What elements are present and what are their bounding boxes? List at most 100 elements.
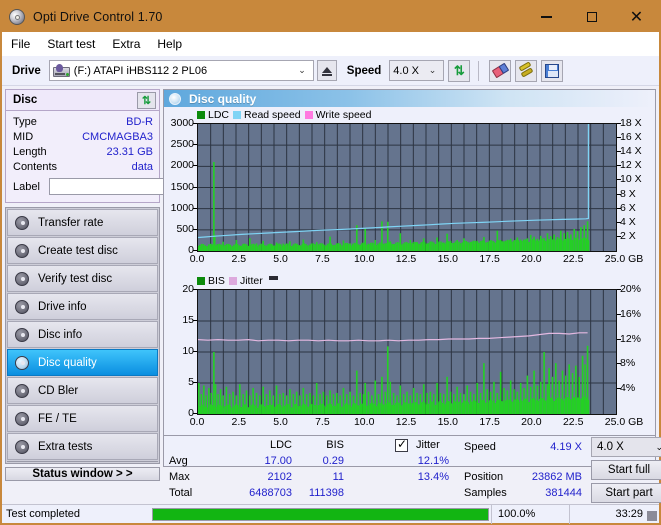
legend-label-read-speed: Read speed [244,109,301,121]
x-axis-tick: 10.0 [353,416,375,428]
x-axis-tick: 20.0 [521,416,542,428]
x-axis-tick: 12.5 [395,416,417,428]
eject-icon [321,66,332,73]
menu-item-file[interactable]: File [11,37,30,51]
sidebar-item-transfer-rate[interactable]: Transfer rate [7,209,158,236]
test-speed-select[interactable]: 4.0 X ⌄ [591,437,661,457]
stats-ldc-avg: 17.00 [264,455,292,467]
legend-swatch-read-speed [233,111,242,119]
y2-axis-tick: 12% [620,332,642,345]
y-axis-tick-mark [193,207,197,209]
legend-label-bis: BIS [208,275,225,287]
start-part-button[interactable]: Start part [591,483,661,503]
window-title: Opti Drive Control 1.70 [33,10,163,24]
disc-panel-title: Disc [13,94,38,106]
disc-row-mid: MID CMCMAGBA3 [13,129,153,144]
tools-button[interactable] [515,59,538,82]
status-window-button[interactable]: Status window > > [5,467,160,481]
x-axis-tick: 2.5 [231,416,247,428]
resize-grip-icon[interactable] [647,511,657,521]
close-button[interactable]: ✕ [614,2,659,32]
sidebar-item-create-test-disc[interactable]: Create test disc [7,237,158,264]
y2-axis-tick-mark [617,165,621,167]
refresh-icon: ⇅ [141,94,152,107]
eject-button[interactable] [316,60,337,81]
x-axis-tick: 10.0 [353,253,375,265]
disc-icon [15,271,29,286]
sidebar-item-drive-info[interactable]: Drive info [7,293,158,320]
disc-icon [15,439,29,454]
chevron-down-icon: ⌄ [655,441,661,452]
stats-row-max: Max [169,471,190,483]
y2-axis-tick-mark [617,289,621,290]
stats-bis-max: 11 [332,471,344,483]
disc-mid-value: CMCMAGBA3 [82,130,153,143]
sidebar-item-extra-tests[interactable]: Extra tests [7,433,158,460]
save-button[interactable] [541,59,564,82]
disc-length-label: Length [13,145,47,158]
sidebar-item-cd-bler[interactable]: CD Bler [7,377,158,404]
legend-item-ldc: LDC [197,109,229,121]
speed-select-value: 4.0 X [393,64,419,77]
disc-refresh-button[interactable]: ⇅ [137,91,156,109]
y2-axis-tick: 20% [620,283,642,295]
speed-select[interactable]: 4.0 X ⌄ [389,60,445,81]
jitter-checkbox[interactable] [395,437,408,452]
menu-item-start-test[interactable]: Start test [47,37,95,51]
x-axis-tick: 25.0 GB [604,253,644,265]
y-axis-tick: 5 [188,376,194,388]
x-axis-tick: 7.5 [315,253,330,265]
save-icon [545,63,560,78]
minimize-button[interactable] [524,2,569,32]
sidebar-item-disc-quality[interactable]: Disc quality [7,349,158,376]
sidebar-item-fe-te[interactable]: FE / TE [7,405,158,432]
sidebar-item-verify-test-disc[interactable]: Verify test disc [7,265,158,292]
y2-axis-tick: 16 X [620,131,642,144]
disc-length-value: 23.31 GB [106,145,153,158]
sidebar-item-label: Transfer rate [38,216,104,229]
y2-axis-tick-mark [617,235,621,237]
x-axis-tick: 17.5 [479,416,500,428]
start-full-button[interactable]: Start full [591,460,661,480]
stats-jitter-max: 13.4% [417,471,449,483]
drive-select-value: (F:) ATAPI iHBS112 2 PL06 [73,64,208,77]
menu-item-help[interactable]: Help [157,37,182,51]
disc-icon [15,411,29,426]
x-axis-tick: 0.0 [189,416,205,428]
refresh-icon: ⇅ [453,63,465,78]
sidebar-item-disc-info[interactable]: Disc info [7,321,158,348]
y2-axis-tick-mark [617,123,621,124]
y2-axis-tick-mark [617,363,621,365]
x-axis-tick: 22.5 [562,416,584,428]
refresh-button[interactable]: ⇅ [448,59,471,82]
speed-label: Speed [346,64,382,77]
y-axis-tick: 500 [176,222,194,235]
legend-marker-swatch [268,276,278,280]
sidebar-item-label: Extra tests [38,440,93,453]
title-bar: Opti Drive Control 1.70 ✕ [2,2,659,32]
disc-type-label: Type [13,115,37,128]
disc-row-length: Length 23.31 GB [13,144,153,159]
stats-col-jitter: Jitter [416,439,440,451]
stats-row-total: Total [169,487,193,499]
legend-item-read-speed: Read speed [233,109,301,121]
bis-plot-area [197,289,617,415]
toolbar: Drive (F:) ATAPI iHBS112 2 PL06 ⌄ Speed … [2,56,659,86]
x-axis-tick: 5.0 [273,253,288,265]
menu-item-extra[interactable]: Extra [112,37,140,51]
disc-icon [15,243,29,258]
stats-col-ldc: LDC [269,439,292,451]
navigation-list: Transfer rate Create test disc Verify te… [5,207,160,464]
sidebar-item-label: Disc info [38,328,83,341]
sidebar-item-label: FE / TE [38,412,77,425]
y2-axis-tick-mark [617,179,621,181]
erase-button[interactable] [489,59,512,82]
drive-select[interactable]: (F:) ATAPI iHBS112 2 PL06 ⌄ [48,60,314,81]
stats-samples-value: 381444 [545,487,582,499]
sidebar-item-label: Verify test disc [38,272,113,285]
y-axis-tick: 2000 [170,159,194,172]
maximize-button[interactable] [569,2,614,32]
x-axis-tick: 17.5 [479,253,500,265]
disc-contents-label: Contents [13,160,58,173]
bis-chart: BIS Jitter 0 5 10 15 20 4% 8% 12% 16% 20% 0.0 2.5 5.… [164,275,655,435]
